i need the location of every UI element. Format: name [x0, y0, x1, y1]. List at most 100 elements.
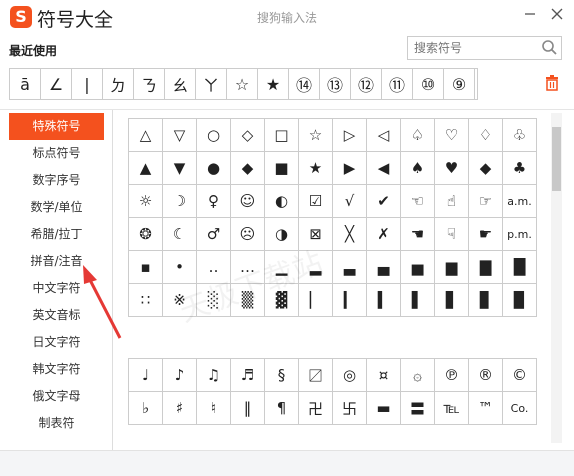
sidebar-item[interactable]: 数字序号 [9, 167, 104, 194]
recent-symbol[interactable]: ㄉ [103, 69, 134, 99]
symbol-cell[interactable]: ▋ [434, 283, 469, 317]
symbol-cell[interactable]: ☚ [400, 217, 435, 251]
recent-symbol[interactable]: ㄋ [134, 69, 165, 99]
sidebar-item[interactable]: 英文音标 [9, 302, 104, 329]
sidebar-item[interactable]: 制表符 [9, 410, 104, 437]
symbol-cell[interactable]: ▽ [162, 118, 197, 152]
symbol-cell[interactable]: ♧ [502, 118, 537, 152]
symbol-cell[interactable]: ▊ [468, 283, 503, 317]
symbol-cell[interactable]: ★ [298, 151, 333, 185]
symbol-cell[interactable]: ▶ [332, 151, 367, 185]
recent-symbol[interactable]: ⑭ [289, 69, 320, 99]
sidebar-item[interactable]: 特殊符号 [9, 113, 104, 140]
symbol-cell[interactable]: ♮ [196, 391, 231, 425]
symbol-cell[interactable]: ♭ [128, 391, 163, 425]
recent-symbol[interactable]: ā [10, 69, 41, 99]
symbol-cell[interactable]: ▉ [502, 283, 537, 317]
symbol-cell[interactable]: ▎ [332, 283, 367, 317]
symbol-cell[interactable]: ▍ [366, 283, 401, 317]
symbol-cell[interactable]: ♯ [162, 391, 197, 425]
recent-symbol[interactable]: ★ [258, 69, 289, 99]
symbol-cell[interactable]: ¤ [366, 358, 401, 392]
symbol-cell[interactable]: ¶ [264, 391, 299, 425]
symbol-cell[interactable]: ☜ [400, 184, 435, 218]
sidebar-item[interactable]: 标点符号 [9, 140, 104, 167]
symbol-cell[interactable]: 卐 [332, 391, 367, 425]
symbol-cell[interactable]: ♠ [400, 151, 435, 185]
symbol-cell[interactable]: ╳ [332, 217, 367, 251]
sidebar-item[interactable]: 希腊/拉丁 [9, 221, 104, 248]
symbol-cell[interactable]: ♡ [434, 118, 469, 152]
symbol-cell[interactable]: ♬ [230, 358, 265, 392]
recent-symbol[interactable]: ㄠ [165, 69, 196, 99]
symbol-cell[interactable]: • [162, 250, 197, 284]
symbol-cell[interactable]: ∷ [128, 283, 163, 317]
symbol-cell[interactable]: ❂ [128, 217, 163, 251]
symbol-cell[interactable]: ▅ [400, 250, 435, 284]
symbol-cell[interactable]: ▼ [162, 151, 197, 185]
symbol-cell[interactable]: ▏ [298, 283, 333, 317]
symbol-cell[interactable]: ♢ [468, 118, 503, 152]
symbol-cell[interactable]: ▲ [128, 151, 163, 185]
symbol-cell[interactable]: ® [468, 358, 503, 392]
symbol-cell[interactable]: ♤ [400, 118, 435, 152]
recent-symbol[interactable]: ☆ [227, 69, 258, 99]
symbol-cell[interactable]: ■ [264, 151, 299, 185]
symbol-cell[interactable]: ◎ [332, 358, 367, 392]
symbol-cell[interactable]: § [264, 358, 299, 392]
symbol-cell[interactable]: ♩ [128, 358, 163, 392]
symbol-cell[interactable]: ☝ [434, 184, 469, 218]
sidebar-item[interactable]: 中文字符 [9, 275, 104, 302]
symbol-cell[interactable]: ◐ [264, 184, 299, 218]
symbol-cell[interactable]: ☑ [298, 184, 333, 218]
symbol-cell[interactable]: █ [502, 250, 537, 284]
symbol-cell[interactable]: ☺ [230, 184, 265, 218]
recent-symbol[interactable]: | [72, 69, 103, 99]
symbol-cell[interactable]: √ [332, 184, 367, 218]
recent-symbol[interactable]: ∠ [41, 69, 72, 99]
sidebar-item[interactable]: 数学/单位 [9, 194, 104, 221]
minimize-button[interactable] [518, 3, 542, 27]
symbol-cell[interactable]: ▇ [468, 250, 503, 284]
sidebar-item[interactable]: 俄文字母 [9, 383, 104, 410]
search-box[interactable] [407, 36, 562, 60]
symbol-cell[interactable]: ◇ [230, 118, 265, 152]
symbol-cell[interactable]: ☼ [128, 184, 163, 218]
symbol-cell[interactable]: ▄ [366, 250, 401, 284]
search-icon[interactable] [541, 39, 557, 59]
symbol-cell[interactable]: ♣ [502, 151, 537, 185]
recent-symbol[interactable]: ⑨ [444, 69, 475, 99]
symbol-cell[interactable]: ℗ [434, 358, 469, 392]
symbol-cell[interactable]: a.m. [502, 184, 537, 218]
symbol-cell[interactable]: ♥ [434, 151, 469, 185]
symbol-cell[interactable]: ◀ [366, 151, 401, 185]
sidebar-item[interactable]: 拼音/注音 [9, 248, 104, 275]
symbol-cell[interactable]: ☾ [162, 217, 197, 251]
symbol-cell[interactable]: ▃ [332, 250, 367, 284]
symbol-cell[interactable]: 〓 [400, 391, 435, 425]
symbol-cell[interactable]: p.m. [502, 217, 537, 251]
recent-symbol[interactable]: ⑪ [382, 69, 413, 99]
symbol-cell[interactable]: ℡ [434, 391, 469, 425]
scrollbar[interactable] [551, 113, 562, 443]
symbol-cell[interactable]: 〼 [298, 358, 333, 392]
symbol-cell[interactable]: ▪ [128, 250, 163, 284]
symbol-cell[interactable]: ◁ [366, 118, 401, 152]
symbol-cell[interactable]: ☆ [298, 118, 333, 152]
symbol-cell[interactable]: ♂ [196, 217, 231, 251]
symbol-cell[interactable]: ☞ [468, 184, 503, 218]
symbol-cell[interactable]: ☛ [468, 217, 503, 251]
symbol-cell[interactable]: ▬ [366, 391, 401, 425]
symbol-cell[interactable]: ▷ [332, 118, 367, 152]
search-input[interactable] [414, 40, 542, 56]
trash-icon[interactable] [545, 75, 559, 95]
symbol-cell[interactable]: ◆ [468, 151, 503, 185]
symbol-cell[interactable]: ♀ [196, 184, 231, 218]
symbol-cell[interactable]: ◆ [230, 151, 265, 185]
symbol-cell[interactable]: ‖ [230, 391, 265, 425]
symbol-cell[interactable]: □ [264, 118, 299, 152]
symbol-cell[interactable]: © [502, 358, 537, 392]
symbol-cell[interactable]: ☽ [162, 184, 197, 218]
symbol-cell[interactable]: ♪ [162, 358, 197, 392]
sidebar-item[interactable]: 日文字符 [9, 329, 104, 356]
